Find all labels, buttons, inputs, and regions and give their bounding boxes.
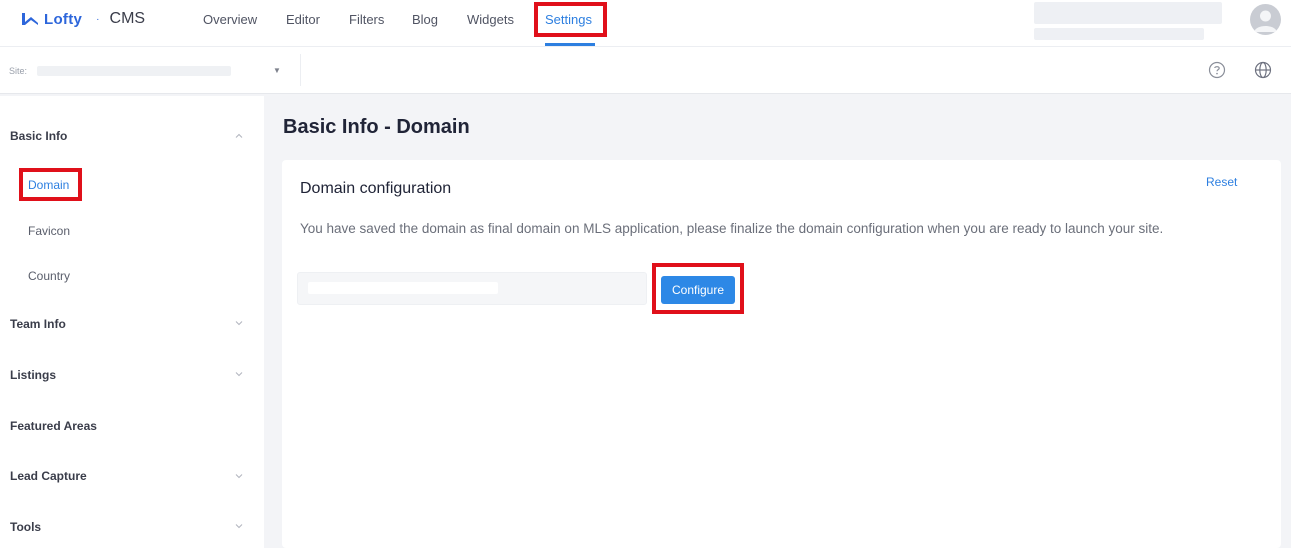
redacted-account-subinfo — [1034, 28, 1204, 40]
lofty-logo-icon — [22, 13, 38, 25]
nav-blog[interactable]: Blog — [412, 12, 438, 27]
avatar[interactable] — [1250, 4, 1281, 35]
product-name: CMS — [109, 10, 146, 27]
user-avatar-icon — [1254, 10, 1277, 32]
settings-highlight-box — [534, 2, 607, 37]
nav-editor[interactable]: Editor — [286, 12, 320, 27]
nav-filters[interactable]: Filters — [349, 12, 384, 27]
reset-link[interactable]: Reset — [1206, 175, 1237, 189]
domain-config-card — [282, 160, 1281, 548]
caret-down-icon[interactable]: ▼ — [273, 66, 281, 75]
chevron-up-icon[interactable] — [234, 131, 244, 141]
globe-icon[interactable] — [1254, 61, 1272, 79]
card-title: Domain configuration — [300, 180, 452, 197]
sidebar-group-featured-areas[interactable]: Featured Areas — [10, 419, 97, 433]
page-title: Basic Info - Domain — [283, 116, 470, 138]
sidebar-group-team-info[interactable]: Team Info — [10, 317, 66, 331]
redacted-domain-value — [308, 282, 498, 294]
site-selector-bar: Site: ▼ — [0, 46, 1291, 94]
sidebar-item-country[interactable]: Country — [28, 269, 70, 283]
configure-highlight-box — [652, 263, 744, 314]
sidebar-item-favicon[interactable]: Favicon — [28, 224, 70, 238]
question-circle-icon[interactable] — [1208, 61, 1226, 79]
brand-name: Lofty — [44, 10, 83, 28]
sidebar-group-listings[interactable]: Listings — [10, 368, 56, 382]
chevron-down-icon[interactable] — [234, 369, 244, 379]
domain-description: You have saved the domain as final domai… — [300, 221, 1164, 236]
sidebar-group-basic-info[interactable]: Basic Info — [10, 129, 67, 143]
nav-widgets[interactable]: Widgets — [467, 12, 514, 27]
chevron-down-icon[interactable] — [234, 318, 244, 328]
site-select-value[interactable] — [37, 66, 231, 76]
chevron-down-icon[interactable] — [234, 471, 244, 481]
sidebar-group-tools[interactable]: Tools — [10, 520, 41, 534]
sitebar-divider — [300, 54, 301, 86]
nav-overview[interactable]: Overview — [203, 12, 257, 27]
sidebar-group-lead-capture[interactable]: Lead Capture — [10, 469, 87, 483]
redacted-account-info — [1034, 2, 1222, 24]
chevron-down-icon[interactable] — [234, 521, 244, 531]
brand-separator: · — [96, 13, 100, 25]
site-label: Site: — [9, 66, 28, 76]
domain-highlight-box — [19, 168, 82, 201]
logo[interactable]: Lofty · CMS — [20, 9, 145, 29]
top-navigation: Lofty · CMS Overview Editor Filters Blog… — [0, 0, 1291, 46]
